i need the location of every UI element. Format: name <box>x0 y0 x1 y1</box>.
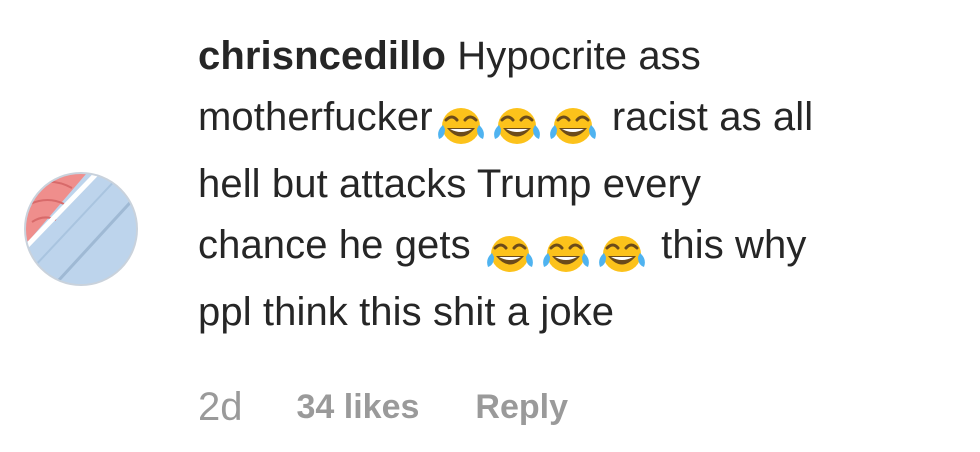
comment-text-segment: ppl think this shit a joke <box>198 290 615 334</box>
emoji-group <box>433 93 601 154</box>
face-with-tears-of-joy-icon <box>549 108 596 145</box>
comment-text-segment: racist as all <box>611 95 814 139</box>
face-with-tears-of-joy-icon <box>599 236 645 273</box>
face-with-tears-of-joy-icon <box>487 236 533 273</box>
reply-button[interactable]: Reply <box>475 388 568 427</box>
comment-text-segment: hell but attacks Trump every <box>198 162 702 206</box>
comment-meta: 2d 34 likes Reply <box>198 382 568 432</box>
comment-text-segment: Hypocrite ass <box>457 34 701 78</box>
comment-text-segment: this why <box>661 223 807 267</box>
comment-text-segment: motherfucker <box>198 95 433 139</box>
comment-text: chrisncedillo Hypocrite ass motherfucker… <box>198 26 958 343</box>
face-with-tears-of-joy-icon <box>543 236 589 273</box>
face-with-tears-of-joy-icon <box>493 108 540 145</box>
avatar[interactable] <box>24 172 138 286</box>
face-with-tears-of-joy-icon <box>437 108 484 145</box>
comment-body: chrisncedillo Hypocrite ass motherfucker… <box>198 26 958 343</box>
emoji-group <box>482 221 650 282</box>
comment-line-5: ppl think this shit a joke <box>198 282 958 343</box>
avatar-image <box>26 174 136 284</box>
comment: chrisncedillo Hypocrite ass motherfucker… <box>0 0 980 452</box>
comment-line-2: motherfucker racist as all <box>198 87 958 154</box>
likes-count-button[interactable]: 34 likes <box>297 388 420 427</box>
comment-text-segment: chance he gets <box>198 223 471 267</box>
comment-timestamp[interactable]: 2d <box>198 385 243 430</box>
comment-line-4: chance he gets this why <box>198 215 958 282</box>
comment-line-1: chrisncedillo Hypocrite ass <box>198 26 958 87</box>
username-link[interactable]: chrisncedillo <box>198 34 446 78</box>
comment-line-3: hell but attacks Trump every <box>198 154 958 215</box>
